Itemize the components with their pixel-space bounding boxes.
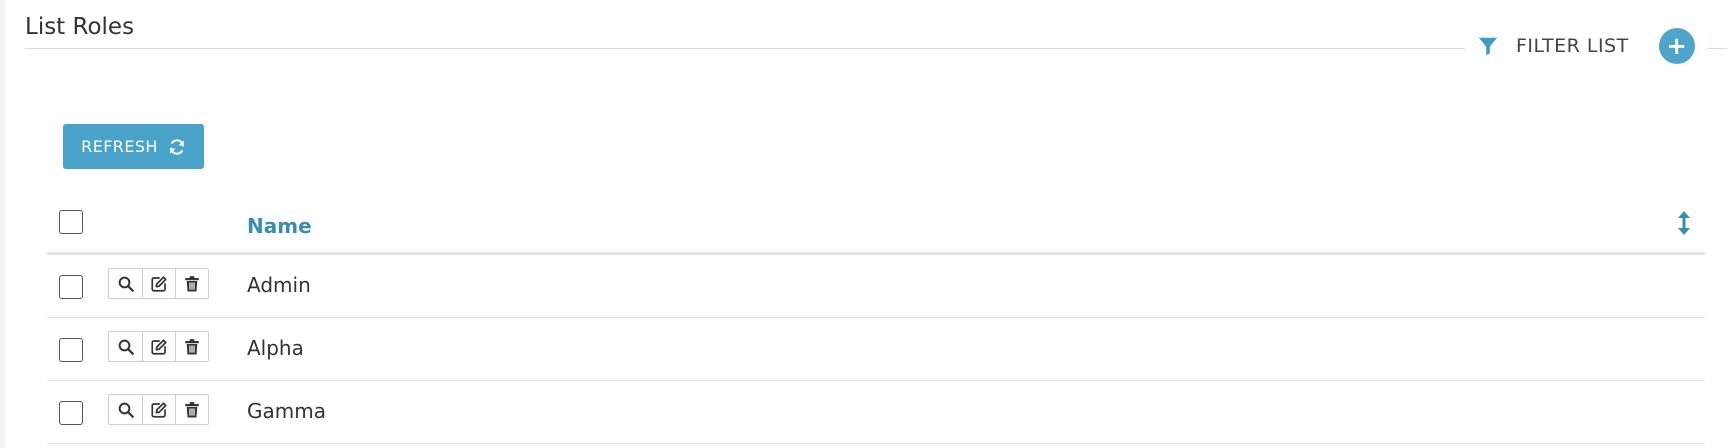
table-header: Name — [47, 200, 1705, 255]
refresh-button[interactable]: REFRESH — [63, 124, 204, 169]
row-actions — [108, 394, 209, 425]
row-actions — [108, 268, 209, 299]
view-button[interactable] — [109, 332, 142, 361]
roles-table: Name Admin Alpha Gamma — [47, 200, 1705, 444]
delete-button[interactable] — [175, 332, 208, 361]
refresh-label: REFRESH — [81, 137, 158, 156]
row-checkbox[interactable] — [59, 275, 83, 299]
table-row: Gamma — [47, 381, 1705, 444]
role-name: Gamma — [247, 399, 326, 423]
row-actions — [108, 331, 209, 362]
view-button[interactable] — [109, 395, 142, 424]
view-button[interactable] — [109, 269, 142, 298]
trash-icon — [185, 275, 199, 291]
filter-list-button[interactable]: FILTER LIST — [1477, 35, 1629, 57]
search-icon — [118, 402, 134, 418]
left-edge-bar — [0, 0, 5, 448]
edit-button[interactable] — [142, 269, 175, 298]
edit-icon — [151, 275, 167, 292]
sort-icon[interactable] — [1677, 210, 1691, 236]
select-all-checkbox[interactable] — [59, 210, 83, 234]
header-actions: FILTER LIST + — [1465, 28, 1707, 64]
edit-icon — [151, 338, 167, 355]
table-row: Alpha — [47, 318, 1705, 381]
filter-icon — [1478, 37, 1498, 56]
filter-list-label: FILTER LIST — [1516, 35, 1629, 57]
page: List Roles FILTER LIST + REFRESH Name Ad… — [0, 0, 1736, 448]
delete-button[interactable] — [175, 269, 208, 298]
delete-button[interactable] — [175, 395, 208, 424]
row-checkbox[interactable] — [59, 338, 83, 362]
refresh-icon — [169, 138, 184, 155]
page-title: List Roles — [25, 14, 135, 40]
role-name: Admin — [247, 273, 311, 297]
search-icon — [118, 339, 134, 355]
column-header-name[interactable]: Name — [247, 214, 312, 238]
edit-button[interactable] — [142, 332, 175, 361]
edit-icon — [151, 401, 167, 418]
add-role-button[interactable]: + — [1658, 28, 1695, 64]
search-icon — [118, 276, 134, 292]
role-name: Alpha — [247, 336, 304, 360]
trash-icon — [185, 401, 199, 417]
edit-button[interactable] — [142, 395, 175, 424]
trash-icon — [185, 338, 199, 354]
row-checkbox[interactable] — [59, 401, 83, 425]
plus-icon: + — [1666, 32, 1687, 60]
table-row: Admin — [47, 255, 1705, 318]
